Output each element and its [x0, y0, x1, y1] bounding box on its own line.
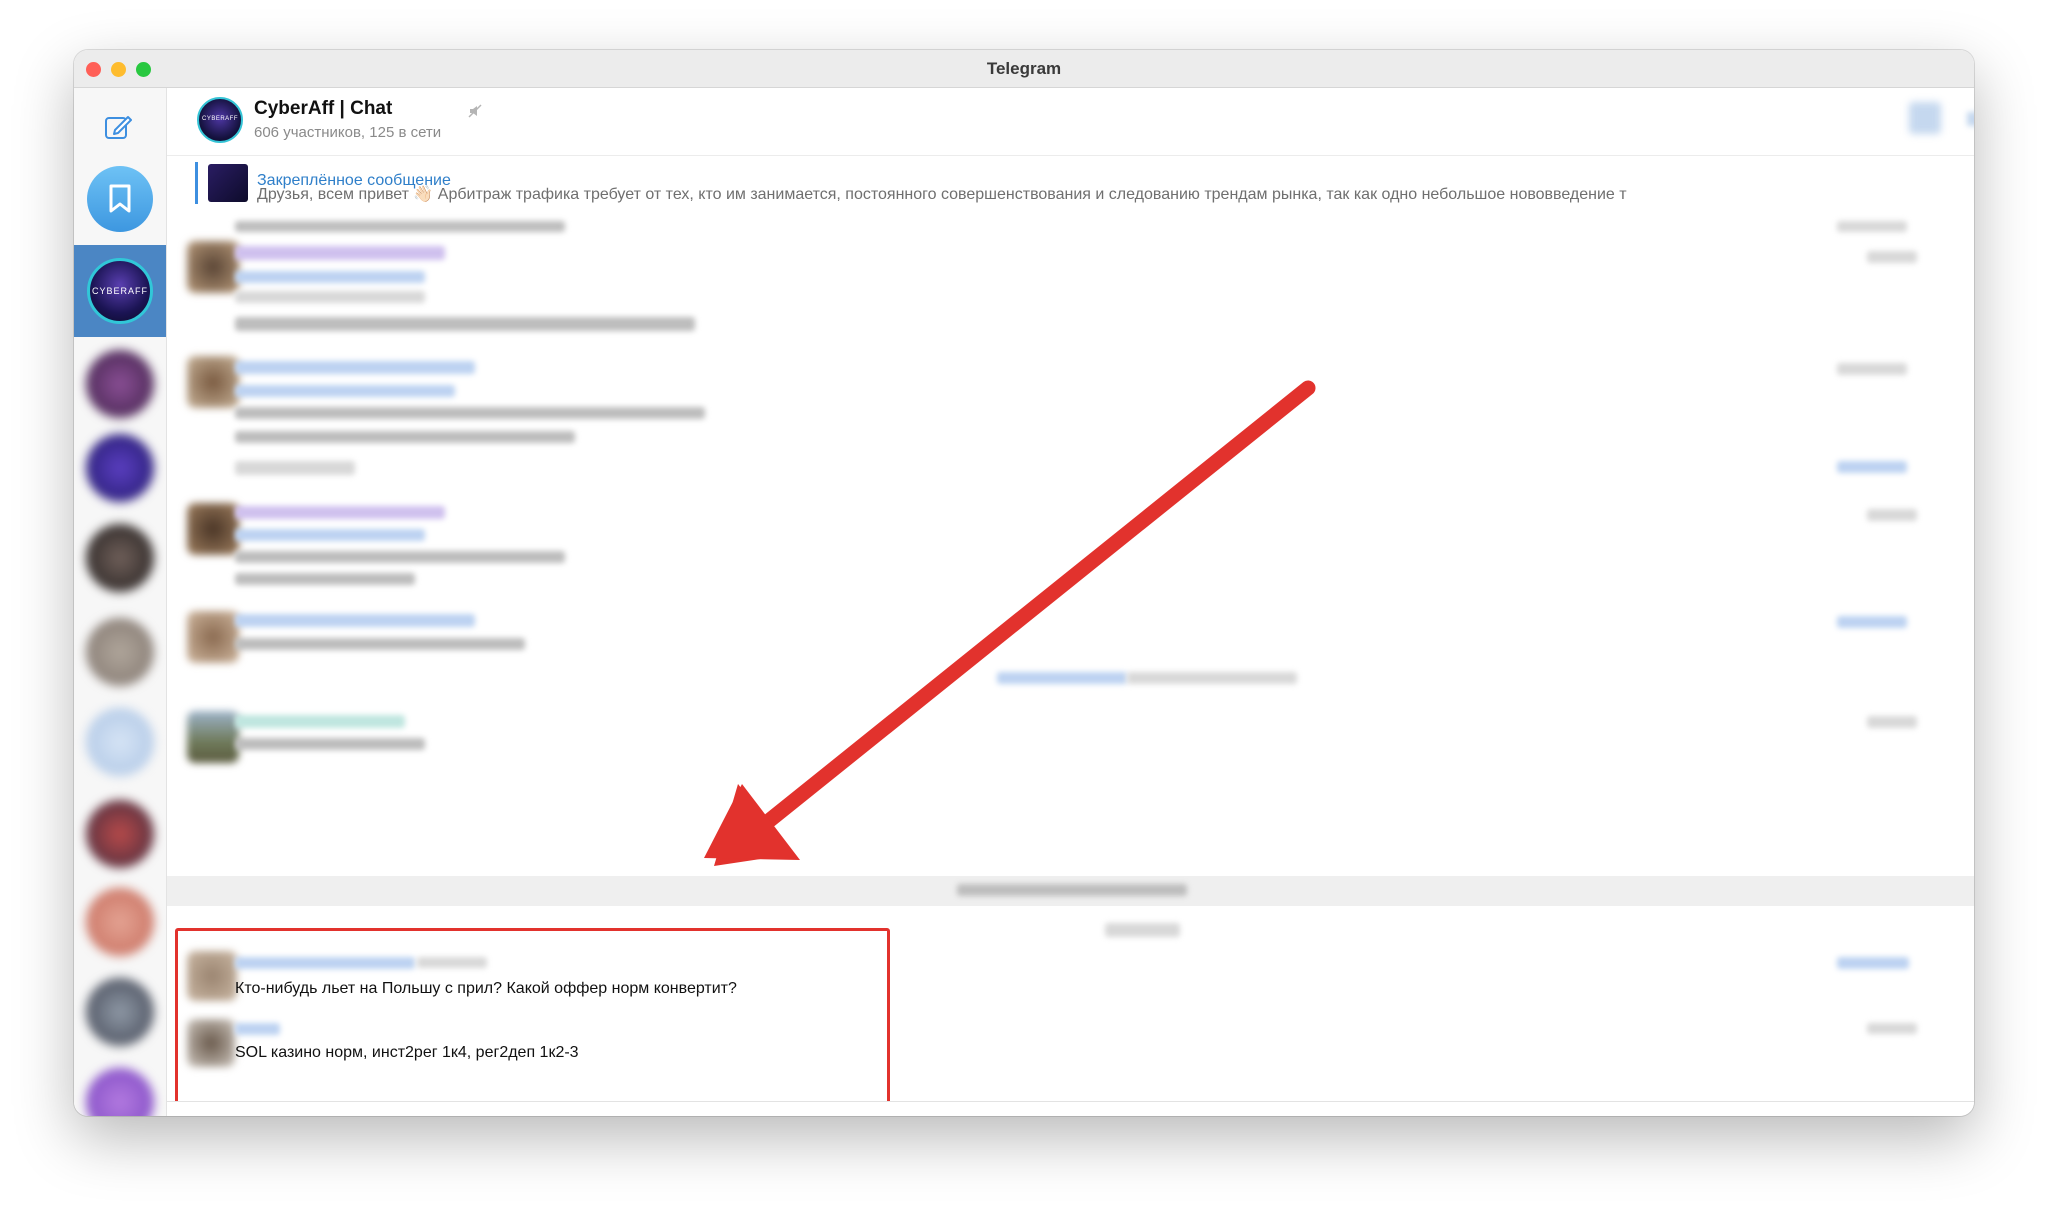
mute-icon [468, 104, 482, 118]
blurred-text [235, 431, 575, 443]
window-title: Telegram [986, 59, 1062, 78]
blurred-sender [235, 361, 475, 374]
sidebar-chat-avatar[interactable] [86, 1068, 154, 1116]
avatar[interactable] [187, 711, 239, 763]
header-menu-icon[interactable] [1967, 112, 1974, 126]
blurred-sender [235, 1023, 280, 1035]
blurred-timestamp [1837, 616, 1907, 628]
avatar[interactable]: CYBERAFF [197, 97, 243, 143]
blurred-text [235, 573, 415, 585]
chat-header[interactable]: CYBERAFF CyberAff | Chat 606 участников,… [167, 88, 1974, 155]
message-list[interactable]: Кто-нибудь льет на Польшу с прил? Какой … [167, 211, 1974, 1101]
title-bar: Telegram [74, 50, 1974, 88]
blurred-sender [235, 715, 405, 728]
sidebar-chat-avatar[interactable] [86, 618, 154, 686]
avatar[interactable] [187, 951, 237, 1001]
blurred-text [235, 638, 525, 650]
avatar[interactable] [187, 356, 239, 408]
avatar[interactable] [187, 503, 239, 555]
pinned-thumbnail [208, 164, 248, 202]
blurred-text [235, 221, 565, 232]
blurred-date-text [1105, 923, 1180, 937]
chat-list-sidebar: CYBERAFF [74, 88, 167, 1116]
saved-messages-button[interactable] [87, 166, 153, 232]
sidebar-chat-avatar[interactable] [86, 888, 154, 956]
blurred-text [235, 385, 455, 397]
avatar[interactable] [187, 241, 239, 293]
blurred-timestamp [1837, 461, 1907, 473]
pinned-text: Друзья, всем привет 👋🏻 Арбитраж трафика … [257, 186, 1627, 203]
member-count: 606 участников, 125 в сети [254, 124, 442, 141]
pinned-indicator [195, 162, 198, 204]
avatar[interactable] [187, 611, 239, 663]
blurred-text [235, 317, 695, 331]
blurred-timestamp [1837, 957, 1909, 969]
message-text: Кто-нибудь льет на Польшу с прил? Какой … [235, 980, 737, 997]
blurred-text [235, 291, 425, 303]
message-text: SOL казино норм, инст2рег 1к4, рег2деп 1… [235, 1044, 579, 1061]
chat-title: CyberAff | Chat [254, 98, 393, 119]
blurred-timestamp [1867, 716, 1917, 728]
blurred-text [235, 738, 425, 750]
blurred-service-text [997, 672, 1127, 684]
avatar[interactable] [187, 1019, 235, 1067]
header-action-icon[interactable] [1909, 102, 1941, 134]
sidebar-item-cyberaff-chat[interactable]: CYBERAFF [74, 245, 166, 337]
highlight-frame [175, 928, 890, 1101]
sidebar-chat-avatar[interactable] [86, 978, 154, 1046]
sidebar-chat-avatar[interactable] [86, 800, 154, 868]
blurred-text [235, 529, 425, 541]
blurred-text [235, 407, 705, 419]
avatar-logo-text: CYBERAFF [201, 116, 238, 122]
blurred-timestamp [1837, 363, 1907, 375]
message-composer [167, 1101, 1974, 1116]
pinned-message-bar[interactable]: Закреплённое сообщение Друзья, всем прив… [167, 155, 1974, 212]
sidebar-chat-avatar[interactable] [86, 350, 154, 418]
blurred-text [235, 271, 425, 283]
blurred-sender [235, 246, 445, 260]
blurred-date-text [957, 884, 1187, 896]
blurred-timestamp [1867, 1023, 1917, 1034]
sidebar-chat-avatar[interactable] [86, 434, 154, 502]
sidebar-chat-avatar[interactable] [86, 524, 154, 592]
telegram-window: Telegram CYBERAFF CYBERAFF CyberAff | Ch… [74, 50, 1974, 1116]
blurred-timestamp [1837, 221, 1907, 232]
blurred-text [235, 461, 355, 475]
avatar-logo-text: CYBERAFF [91, 286, 148, 296]
blurred-sender [235, 957, 415, 969]
blurred-sender [417, 957, 487, 968]
bookmark-icon [109, 184, 131, 213]
blurred-timestamp [1867, 251, 1917, 263]
blurred-sender [235, 506, 445, 519]
avatar: CYBERAFF [87, 258, 153, 324]
message-input[interactable] [263, 1112, 1767, 1116]
blurred-sender [235, 614, 475, 627]
compose-icon[interactable] [101, 110, 135, 144]
blurred-timestamp [1867, 509, 1917, 521]
blurred-service-text [1127, 672, 1297, 684]
sidebar-chat-avatar[interactable] [86, 708, 154, 776]
blurred-text [235, 551, 565, 563]
